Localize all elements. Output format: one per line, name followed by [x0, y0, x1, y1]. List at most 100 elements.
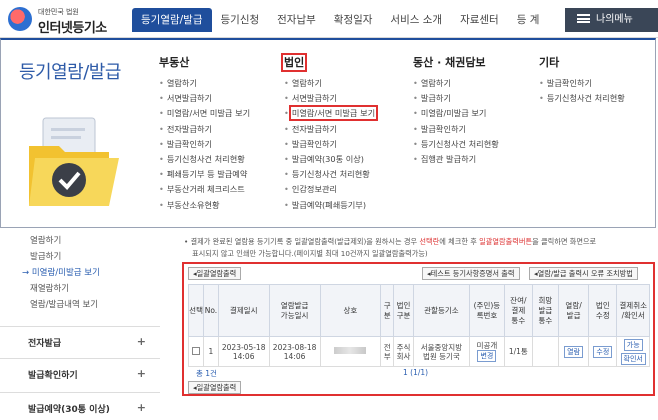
row-registry: 서울중앙지방 법원 등기국 — [412, 336, 471, 367]
hamburger-icon — [577, 14, 590, 23]
plus-icon: + — [136, 335, 146, 348]
re-ownership[interactable]: 부동산소유현황 — [159, 198, 250, 213]
side-re-view[interactable]: 재열람하기 — [30, 282, 69, 294]
left-sidebar: 열람하기 발급하기 → 미열람/미발급 보기 재열람하기 열람/발급내역 보기 … — [0, 228, 160, 415]
corp-seal-info[interactable]: 인감정보관리 — [284, 182, 375, 197]
nav-service-intro[interactable]: 서비스 소개 — [381, 8, 451, 32]
column-heading-movable: 동산 · 채권담보 — [413, 56, 486, 69]
menu-column-real-estate: 부동산 열람하기 서면발급하기 미열람/서면 미발급 보기 전자발급하기 발급확… — [159, 54, 250, 213]
notice-red-1: 선택란 — [419, 237, 440, 246]
reg-no-change-button[interactable]: 변경 — [477, 350, 497, 362]
th-corp-edit: 법인 수정 — [588, 284, 618, 337]
th-type: 구분 — [380, 284, 395, 337]
batch-print-button-bottom[interactable]: ◂일괄열람출력 — [188, 381, 242, 394]
test-print-button[interactable]: ◂테스트 등기사항증명서 출력 — [422, 267, 520, 280]
re-check-issue[interactable]: 발급확인하기 — [159, 137, 250, 152]
re-case-status[interactable]: 등기신청사건 처리현황 — [159, 152, 250, 167]
re-checklist[interactable]: 부동산거래 체크리스트 — [159, 182, 250, 197]
notice-text-1c: 을 클릭하면 화면으로 — [532, 237, 597, 246]
row-select-cell — [187, 336, 205, 367]
nav-e-payment[interactable]: 전자납부 — [268, 8, 325, 32]
row-available-at: 2023-08-18 14:06 — [268, 336, 321, 367]
mv-not-viewed[interactable]: 미열람/미발급 보기 — [413, 106, 499, 121]
row-reg-no-cell: 미공개 변경 — [469, 336, 505, 367]
th-wanted: 희망 발급 통수 — [531, 284, 559, 337]
batch-print-button-top[interactable]: ◂일괄열람출력 — [188, 267, 242, 280]
menu-column-movable: 동산 · 채권담보 열람하기 발급하기 미열람/미발급 보기 발급확인하기 등기… — [413, 54, 499, 167]
table-header-row: 선택 No. 결제일시 열람발급 가능일시 상호 구분 법인 구분 관할등기소 … — [187, 284, 650, 337]
corp-case-status[interactable]: 등기신청사건 처리현황 — [284, 167, 375, 182]
mv-issue[interactable]: 발급하기 — [413, 91, 499, 106]
corp-view[interactable]: 열람하기 — [284, 76, 375, 91]
column-heading-corporation: 법인 — [280, 53, 375, 72]
row-reg-no: 미공개 — [476, 341, 498, 350]
my-menu-button[interactable]: 나의메뉴 — [565, 8, 658, 32]
row-checkbox[interactable] — [192, 346, 201, 355]
th-cancel: 결제취소 /확인서 — [616, 284, 650, 337]
plus-icon: + — [136, 401, 146, 414]
site-logo[interactable]: 대한민국 법원 인터넷등기소 — [8, 4, 128, 36]
side-history[interactable]: 열람/발급내역 보기 — [30, 298, 98, 310]
etc-check-issue[interactable]: 발급확인하기 — [539, 76, 625, 91]
table-row: 1 2023-05-18 14:06 2023-08-18 14:06 전 부 … — [187, 336, 650, 367]
side-section-check-issue-label: 발급확인하기 — [28, 371, 78, 381]
side-view[interactable]: 열람하기 — [30, 234, 61, 246]
re-closed-reserve[interactable]: 폐쇄등기부 등 발급예약 — [159, 167, 250, 182]
re-paper-issue[interactable]: 서면발급하기 — [159, 91, 250, 106]
plus-icon: + — [136, 367, 146, 380]
confirmation-button[interactable]: 확인서 — [620, 352, 646, 365]
corp-not-viewed[interactable]: 미열람/서면 미발급 보기 — [284, 105, 379, 122]
print-error-help-button[interactable]: ◂열람/발급 출력시 오류 조치방법 — [529, 267, 638, 280]
mv-case-status[interactable]: 등기신청사건 처리현황 — [413, 137, 499, 152]
side-section-check-issue[interactable]: 발급확인하기 + — [0, 358, 160, 386]
top-bar: 대한민국 법원 인터넷등기소 등기열람/발급 등기신청 전자납부 확정일자 서비… — [0, 0, 658, 38]
nav-fixed-date[interactable]: 확정일자 — [325, 8, 382, 32]
th-company-name: 상호 — [319, 284, 382, 337]
row-company-name-redacted — [319, 336, 382, 367]
court-emblem-icon — [8, 7, 32, 31]
corp-paper-issue[interactable]: 서면발급하기 — [284, 91, 375, 106]
nav-resources[interactable]: 자료센터 — [451, 8, 508, 32]
total-count: 총 1건 — [196, 369, 217, 378]
row-view-cell: 열람 — [557, 336, 590, 367]
nav-view-issue[interactable]: 등기열람/발급 — [132, 8, 212, 32]
re-not-viewed[interactable]: 미열람/서면 미발급 보기 — [159, 106, 250, 121]
row-wanted — [531, 336, 559, 367]
corp-e-issue[interactable]: 전자발급하기 — [284, 122, 375, 137]
mv-check-issue[interactable]: 발급확인하기 — [413, 122, 499, 137]
notice-line-2: 표시되지 않고 인쇄만 가능합니다.(페이지별 최대 10건까지 일괄열람출력가… — [192, 249, 428, 258]
etc-case-status[interactable]: 등기신청사건 처리현황 — [539, 91, 625, 106]
cancel-available-button[interactable]: 가능 — [623, 338, 643, 351]
corp-check-issue[interactable]: 발급확인하기 — [284, 137, 375, 152]
th-no: No. — [203, 284, 219, 337]
corp-not-viewed-label: 미열람/서면 미발급 보기 — [288, 105, 379, 122]
row-no: 1 — [203, 336, 219, 367]
main-navigation: 등기열람/발급 등기신청 전자납부 확정일자 서비스 소개 자료센터 등 계 — [132, 8, 548, 32]
column-heading-other: 기타 — [539, 56, 560, 69]
re-view[interactable]: 열람하기 — [159, 76, 250, 91]
side-issue[interactable]: 발급하기 — [30, 250, 61, 262]
my-menu-label: 나의메뉴 — [596, 14, 633, 25]
row-corp-type: 주식 회사 — [393, 336, 414, 367]
row-edit-cell: 수정 — [588, 336, 618, 367]
corp-reserve-30[interactable]: 발급예약(30통 이상) — [284, 152, 375, 167]
notice-text-1a: • 결제가 완료된 열람용 등기기록 중 일괄열람출력(발급제외)을 원하시는 … — [184, 237, 420, 246]
th-select: 선택 — [187, 284, 205, 337]
row-remain: 1/1통 — [503, 336, 533, 367]
nav-stats[interactable]: 등 계 — [508, 8, 549, 32]
mv-view[interactable]: 열람하기 — [413, 76, 499, 91]
side-not-viewed-active[interactable]: → 미열람/미발급 보기 — [22, 266, 100, 278]
th-registry: 관할등기소 — [412, 284, 471, 337]
view-button[interactable]: 열람 — [564, 345, 584, 358]
notice-red-2: 일괄열람출력버튼 — [479, 237, 533, 246]
nav-apply[interactable]: 등기신청 — [212, 8, 269, 32]
side-section-e-issue[interactable]: 전자발급 + — [0, 326, 160, 354]
side-section-reserve[interactable]: 발급예약(30통 이상) + — [0, 392, 160, 420]
mv-bailiff-issue[interactable]: 집행관 발급하기 — [413, 152, 499, 167]
page-indicator[interactable]: 1 (1/1) — [403, 368, 428, 377]
th-available-at: 열람발급 가능일시 — [268, 284, 321, 337]
th-paid-at: 결제일시 — [217, 284, 270, 337]
corp-closed-reserve[interactable]: 발급예약(폐쇄등기부) — [284, 198, 375, 213]
corp-edit-button[interactable]: 수정 — [593, 345, 613, 358]
re-e-issue[interactable]: 전자발급하기 — [159, 122, 250, 137]
